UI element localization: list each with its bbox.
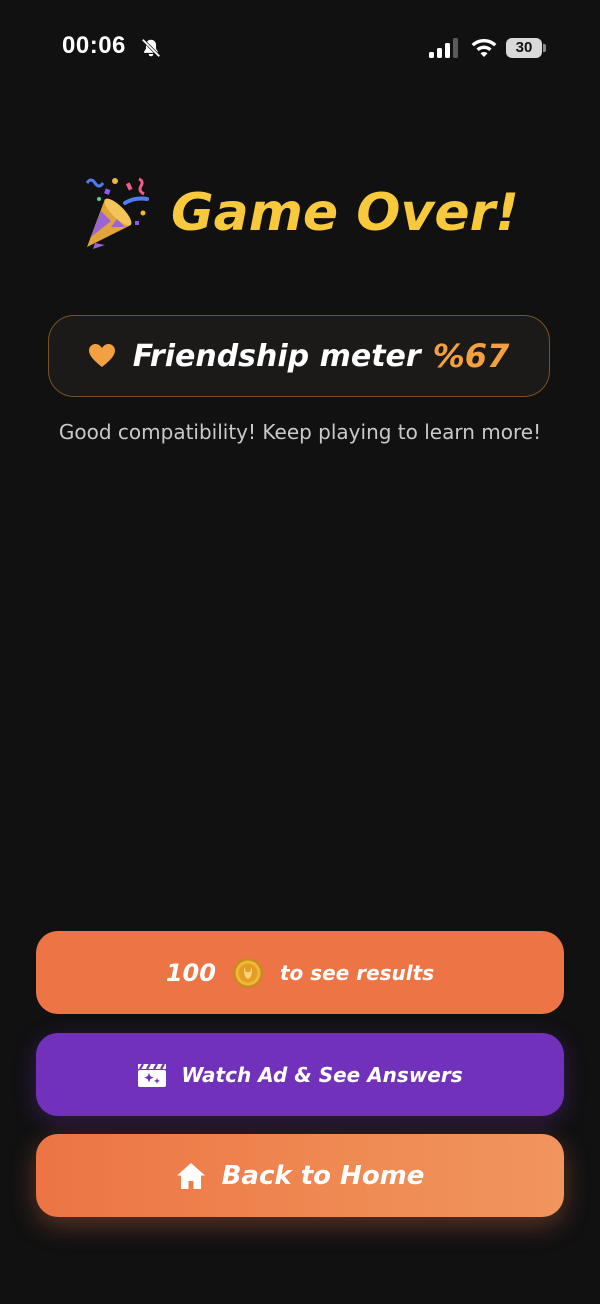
meter-value: %67 [432,337,510,375]
battery-nub [543,44,546,52]
battery-icon: 30 [506,38,542,58]
title-row: Game Over! [0,168,600,258]
status-bar: 00:06 30 [0,0,600,96]
back-to-home-button[interactable]: Back to Home [36,1134,564,1217]
results-cost: 100 [165,958,216,987]
wifi-icon [471,39,497,57]
status-time: 00:06 [62,32,126,59]
friendship-meter-card: Friendship meter %67 [48,315,550,397]
bell-muted-icon [141,38,161,58]
home-icon [176,1162,205,1189]
party-popper-icon [85,177,149,249]
coin-icon [232,957,263,988]
battery-level: 30 [515,39,533,56]
watch-ad-label: Watch Ad & See Answers [181,1062,463,1087]
clapper-icon [138,1062,167,1087]
heart-icon [88,344,115,367]
meter-message: Good compatibility! Keep playing to lear… [58,420,542,444]
meter-label: Friendship meter [132,338,421,374]
results-label: to see results [279,960,435,985]
see-results-button[interactable]: 100 to see results [36,931,564,1014]
watch-ad-button[interactable]: Watch Ad & See Answers [36,1033,564,1116]
signal-icon [429,38,458,58]
page-title: Game Over! [170,183,520,243]
back-to-home-label: Back to Home [221,1160,425,1191]
